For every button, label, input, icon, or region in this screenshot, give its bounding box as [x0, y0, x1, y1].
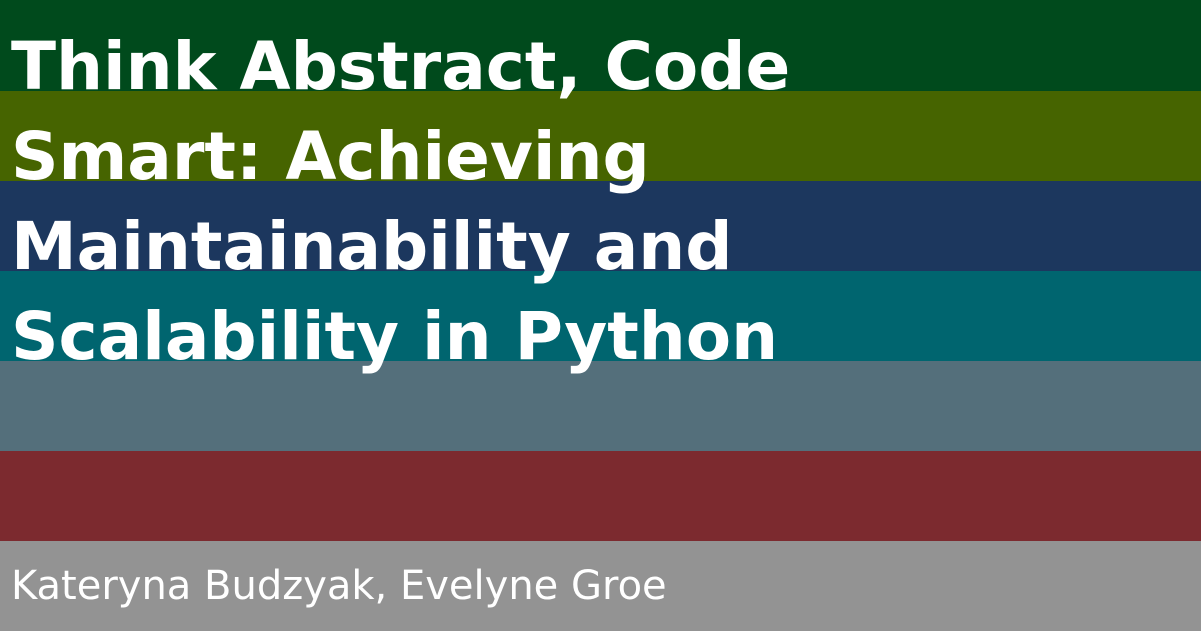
authors: Kateryna Budzyak, Evelyne Groe: [11, 563, 667, 609]
title-line-3: Maintainability and: [11, 208, 733, 285]
title-line-4: Scalability in Python: [11, 298, 779, 375]
stripe-maroon: [0, 451, 1201, 541]
title-line-2: Smart: Achieving: [11, 118, 650, 195]
page-title: Think Abstract, Code Smart: Achieving Ma…: [11, 22, 891, 382]
title-line-1: Think Abstract, Code: [11, 28, 791, 105]
